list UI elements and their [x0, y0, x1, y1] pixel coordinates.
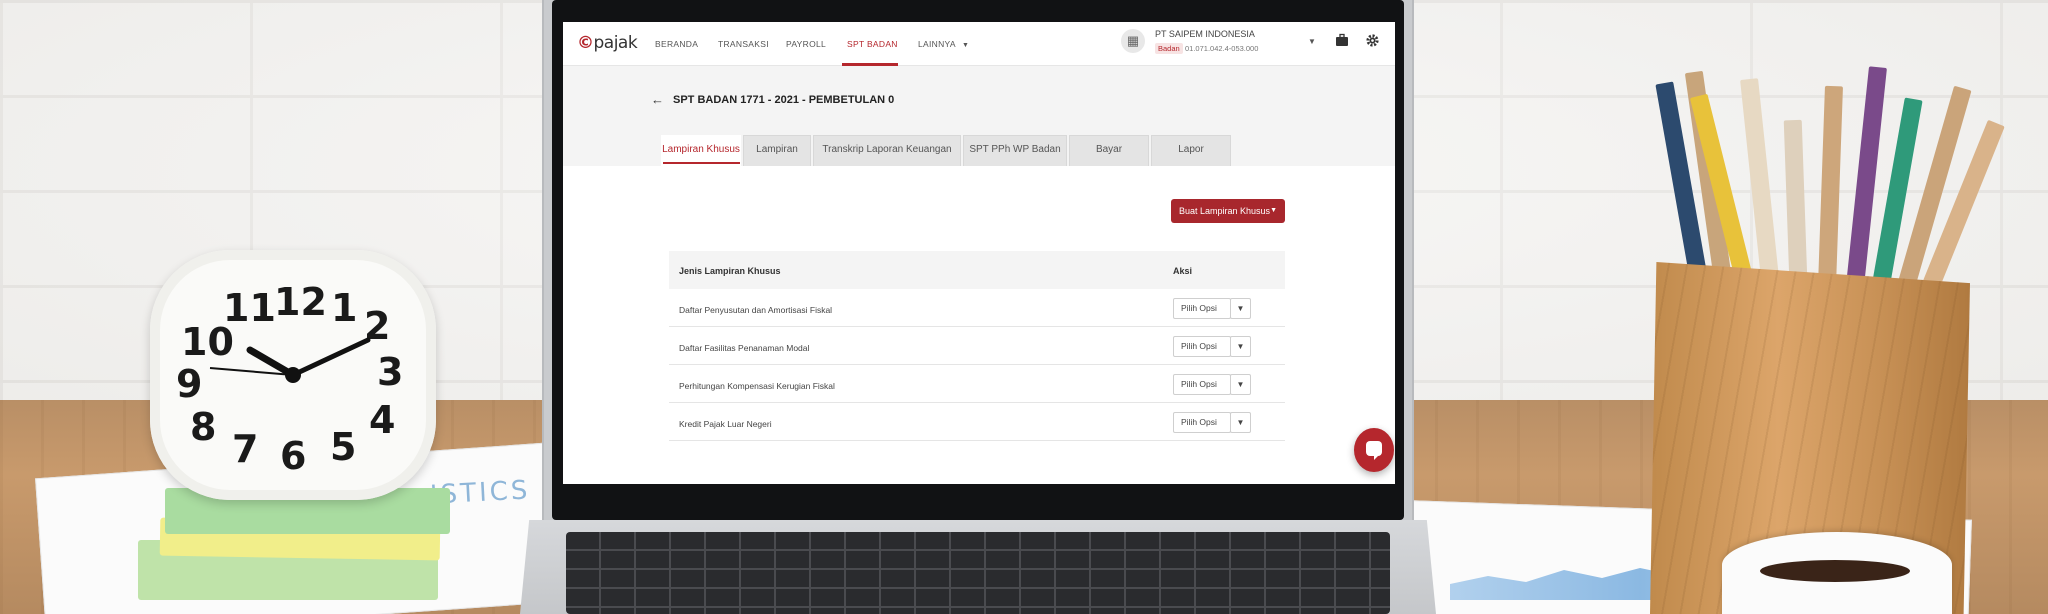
chevron-down-icon[interactable]: ▼ [1230, 298, 1251, 319]
chevron-down-icon[interactable]: ▼ [1230, 412, 1251, 433]
laptop-screen: ©pajak BERANDA TRANSAKSI PAYROLL SPT BAD… [563, 22, 1395, 484]
tab-active-indicator [663, 162, 740, 164]
pilih-opsi-button[interactable]: Pilih Opsi [1173, 298, 1231, 319]
building-icon: ▦ [1121, 29, 1145, 53]
pilih-opsi-button[interactable]: Pilih Opsi [1173, 374, 1231, 395]
chevron-down-icon[interactable]: ▼ [1230, 336, 1251, 357]
briefcase-icon[interactable] [1335, 33, 1349, 51]
page-title: SPT BADAN 1771 - 2021 - PEMBETULAN 0 [673, 94, 895, 106]
company-chevron-down-icon[interactable]: ▼ [1308, 37, 1316, 46]
column-header-aksi: Aksi [1173, 266, 1193, 276]
create-lampiran-khusus-button[interactable]: Buat Lampiran Khusus ▼ [1171, 199, 1285, 223]
nav-payroll[interactable]: PAYROLL [786, 39, 826, 49]
pajak-logo[interactable]: ©pajak [577, 33, 638, 53]
logo-mark-icon: © [577, 33, 594, 53]
nav-beranda[interactable]: BERANDA [655, 39, 698, 49]
chat-bubble-tail [1374, 454, 1380, 460]
coffee [1760, 560, 1910, 582]
tab-lapor[interactable]: Lapor [1151, 135, 1231, 166]
tab-bayar[interactable]: Bayar [1069, 135, 1149, 166]
nav-transaksi[interactable]: TRANSAKSI [718, 39, 769, 49]
nav-lainnya[interactable]: LAINNYA ▼ [918, 39, 969, 49]
company-npwp: 01.071.042.4-053.000 [1185, 44, 1259, 53]
column-header-jenis: Jenis Lampiran Khusus [679, 266, 781, 276]
tab-spt-pph-wp-badan[interactable]: SPT PPh WP Badan [963, 135, 1067, 166]
create-button-label: Buat Lampiran Khusus [1179, 206, 1271, 216]
row-label: Daftar Penyusutan dan Amortisasi Fiskal [679, 305, 833, 315]
logo-text: pajak [593, 33, 638, 53]
company-type-badge: Badan [1155, 43, 1183, 54]
nav-active-indicator [842, 63, 898, 66]
pilih-opsi-button[interactable]: Pilih Opsi [1173, 336, 1231, 357]
top-navbar: ©pajak BERANDA TRANSAKSI PAYROLL SPT BAD… [563, 22, 1395, 66]
gear-icon[interactable] [1365, 33, 1380, 52]
chevron-down-icon[interactable]: ▼ [1230, 374, 1251, 395]
row-label: Perhitungan Kompensasi Kerugian Fiskal [679, 381, 835, 391]
back-arrow-icon[interactable]: ← [651, 92, 664, 107]
nav-lainnya-label: LAINNYA [918, 39, 956, 49]
pilih-opsi-button[interactable]: Pilih Opsi [1173, 412, 1231, 433]
clock-face: 11 12 1 2 10 3 9 4 8 5 7 6 [150, 250, 436, 500]
row-label: Daftar Fasilitas Penanaman Modal [679, 343, 810, 353]
clock-hands-icon [209, 337, 371, 383]
tab-lampiran[interactable]: Lampiran [743, 135, 811, 166]
company-name[interactable]: PT SAIPEM INDONESIA [1155, 29, 1255, 39]
laptop-keyboard [566, 532, 1390, 614]
tab-transkrip-laporan-keuangan[interactable]: Transkrip Laporan Keuangan [813, 135, 961, 166]
chevron-down-icon: ▼ [962, 42, 970, 49]
chat-support-button[interactable] [1354, 428, 1394, 472]
chevron-down-icon: ▼ [1270, 207, 1277, 214]
row-label: Kredit Pajak Luar Negeri [679, 419, 772, 429]
nav-spt-badan[interactable]: SPT BADAN [847, 39, 898, 49]
